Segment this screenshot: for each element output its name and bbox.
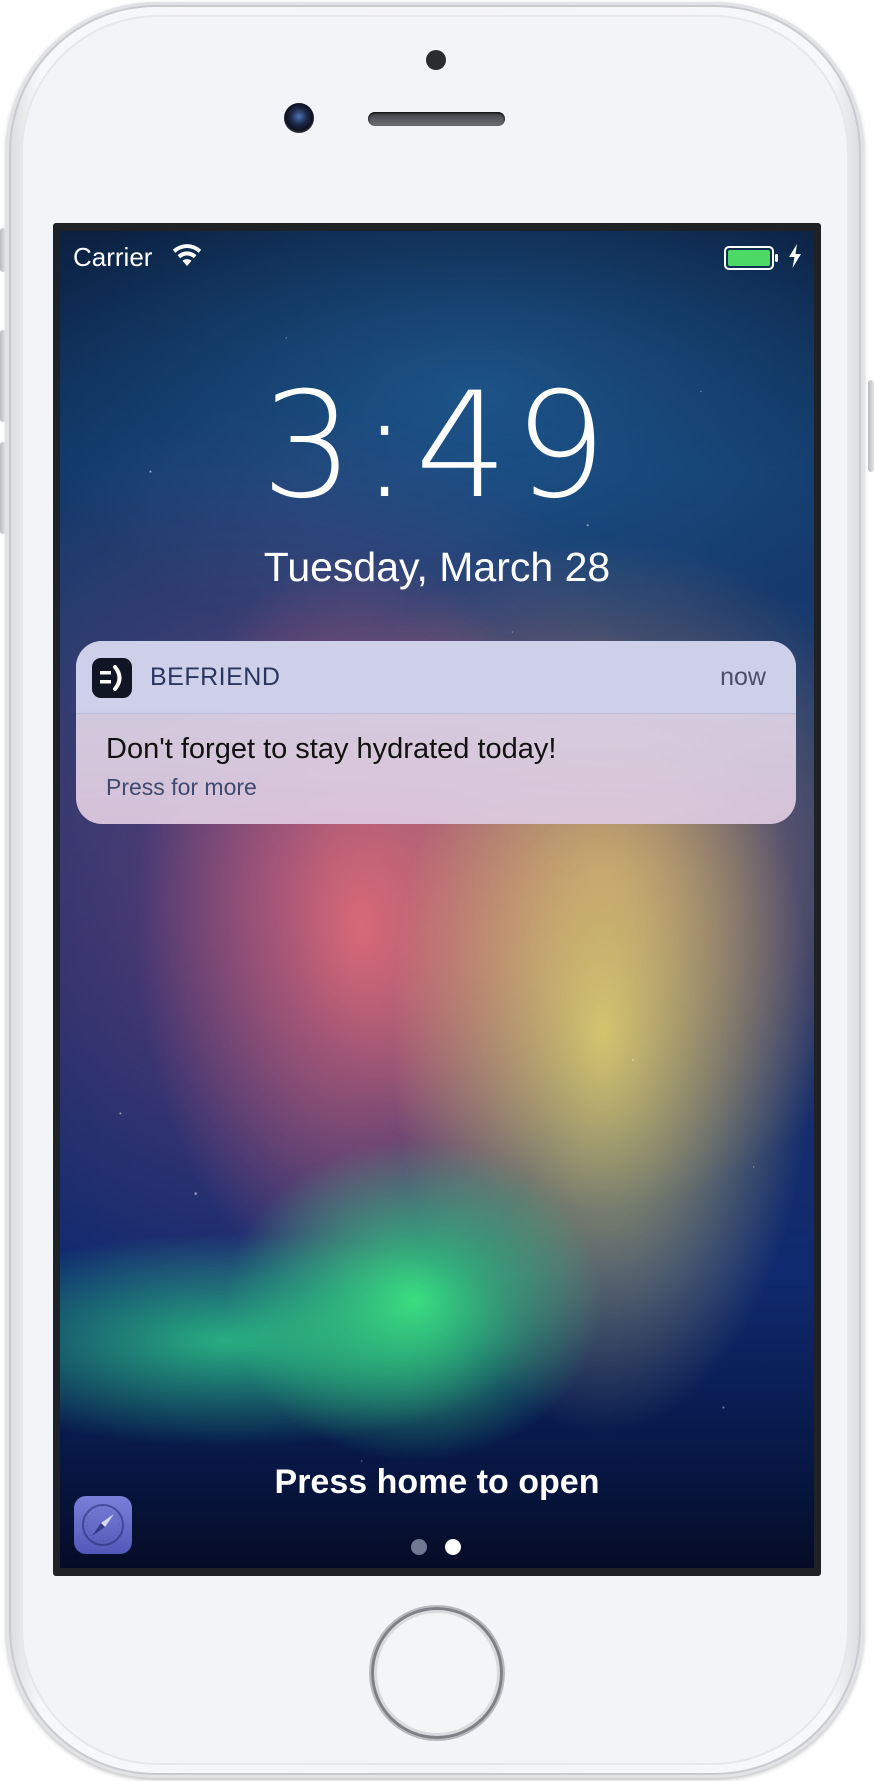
earpiece-speaker bbox=[368, 112, 505, 126]
charging-bolt-icon bbox=[788, 244, 802, 273]
proximity-sensor bbox=[426, 50, 446, 70]
status-bar: Carrier bbox=[60, 231, 814, 281]
volume-up-button[interactable] bbox=[0, 330, 6, 422]
mute-switch[interactable] bbox=[0, 228, 6, 272]
front-camera bbox=[284, 103, 314, 133]
notification-time: now bbox=[720, 663, 766, 691]
notification-card[interactable]: BEFRIEND now Don't forget to stay hydrat… bbox=[76, 641, 796, 824]
carrier-label: Carrier bbox=[73, 242, 153, 272]
compass-browser-icon[interactable] bbox=[74, 1496, 132, 1554]
lock-screen[interactable]: Carrier 3:49 Tuesday, March 28 BEFRIEND … bbox=[60, 231, 814, 1568]
notification-message: Don't forget to stay hydrated today! bbox=[106, 733, 557, 765]
notification-hint: Press for more bbox=[106, 774, 257, 800]
notification-header: BEFRIEND now bbox=[76, 641, 796, 714]
home-button[interactable] bbox=[371, 1607, 503, 1739]
press-home-prompt: Press home to open bbox=[274, 1463, 600, 1501]
power-button[interactable] bbox=[868, 380, 874, 472]
notification-app-name: BEFRIEND bbox=[150, 663, 281, 691]
battery-icon bbox=[724, 246, 780, 275]
wifi-icon bbox=[172, 244, 202, 273]
page-dot-1[interactable] bbox=[411, 1539, 427, 1555]
befriend-app-icon bbox=[92, 658, 132, 698]
lock-clock: 3:49 bbox=[261, 361, 613, 531]
device-page: Carrier 3:49 Tuesday, March 28 BEFRIEND … bbox=[0, 0, 874, 1781]
lock-date: Tuesday, March 28 bbox=[263, 544, 611, 590]
page-dot-2-active[interactable] bbox=[445, 1539, 461, 1555]
volume-down-button[interactable] bbox=[0, 442, 6, 534]
